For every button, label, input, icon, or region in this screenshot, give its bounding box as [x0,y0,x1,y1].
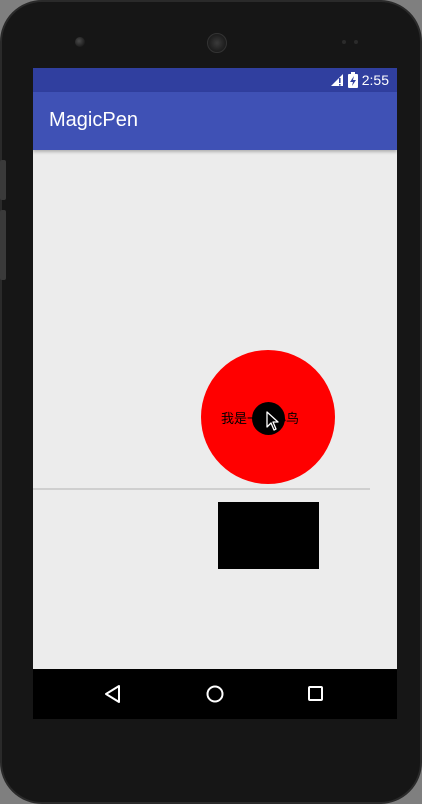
side-button [0,160,6,200]
side-button [0,210,6,280]
back-icon [105,685,120,703]
recents-button[interactable] [301,679,331,709]
light-sensor [354,40,358,44]
back-button[interactable] [98,679,128,709]
earpiece-speaker [207,33,227,53]
screen: 2:55 MagicPen 我是一只小鸟 [33,68,397,719]
home-button[interactable] [200,679,230,709]
black-rectangle[interactable] [218,502,319,569]
status-time: 2:55 [361,72,389,88]
status-bar: 2:55 [33,68,397,92]
magic-pen-canvas[interactable]: 我是一只小鸟 [33,150,397,669]
divider-line [33,488,370,490]
home-icon [206,685,224,703]
battery-charging-icon [347,72,358,88]
proximity-sensor [342,40,346,44]
phone-frame: 2:55 MagicPen 我是一只小鸟 [0,0,422,804]
app-title: MagicPen [49,109,138,131]
navigation-bar [33,669,397,719]
signal-icon [330,74,343,86]
app-bar: MagicPen [33,92,397,150]
recents-icon [308,686,323,701]
front-camera [75,37,85,47]
mouse-cursor-icon [266,411,279,431]
